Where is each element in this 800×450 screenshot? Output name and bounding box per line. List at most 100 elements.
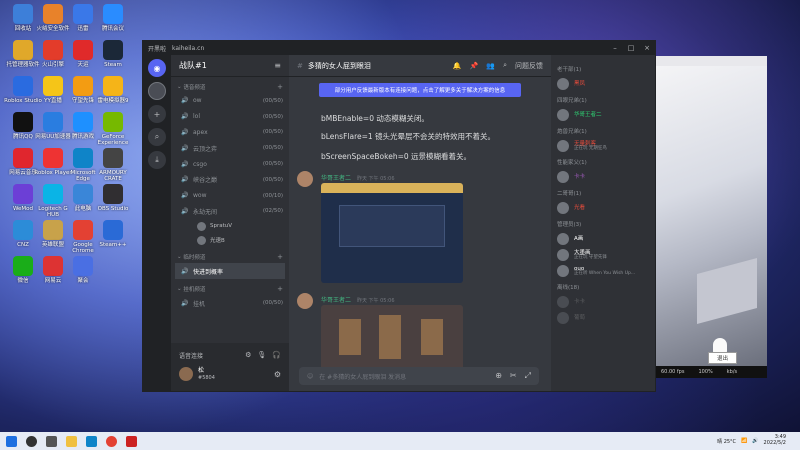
member-item[interactable]: 无量刺客 正在玩 无期狂鸟 (557, 138, 649, 154)
title-bar[interactable]: 开黑啦 kaiheila.cn – □ × (143, 41, 655, 55)
channel-item[interactable]: 🔊 ow (00/50) (171, 93, 289, 109)
attached-image[interactable] (321, 305, 463, 375)
app-icon (73, 4, 93, 24)
network-icon[interactable]: 📶 (741, 438, 747, 444)
message-avatar[interactable] (297, 293, 313, 309)
desktop-icon[interactable]: Steam (94, 40, 132, 68)
member-item[interactable]: 卡卡 (557, 169, 649, 185)
edge-icon[interactable] (86, 435, 97, 447)
server-header[interactable]: 战队#1 ≡ (171, 55, 289, 77)
pin-icon[interactable]: 📌 (470, 62, 479, 70)
clock[interactable]: 3:49 2022/5/2 (764, 434, 786, 447)
user-settings-icon[interactable]: ⚙ (274, 370, 281, 379)
user-avatar[interactable] (179, 367, 193, 381)
category-header[interactable]: ⌄ 挂机频道 + (171, 283, 289, 295)
emoji-icon[interactable]: ☺ (307, 373, 313, 380)
file-explorer-icon[interactable] (66, 435, 77, 447)
chrome-icon[interactable] (106, 435, 117, 447)
app-icon (103, 40, 123, 60)
channel-count: (00/50) (262, 145, 283, 152)
add-server-icon[interactable]: + (148, 105, 166, 123)
members-icon[interactable]: 👥 (486, 62, 495, 70)
channel-item[interactable]: 🔊 csgo (00/50) (171, 156, 289, 172)
desktop-icon[interactable]: GeForce Experience (94, 112, 132, 147)
close-button[interactable]: × (639, 44, 655, 52)
chevron-down-icon: ⌄ (177, 286, 182, 293)
channel-item[interactable]: 🔊 挂机 (00/50) (171, 295, 289, 311)
message-composer[interactable]: ☺ 在 #多猜的女人屁到眼泪 发消息 ⊕ ✂ ⤢ (299, 367, 539, 385)
channel-item[interactable]: 🔊 wow (00/10) (171, 188, 289, 204)
attached-image[interactable] (321, 183, 463, 283)
app-icon (73, 148, 93, 168)
app-icon[interactable] (126, 435, 137, 447)
desktop-icon[interactable]: 腾讯会议 (94, 4, 132, 32)
app-icon (13, 4, 33, 24)
member-item[interactable]: 卡卡 (557, 294, 649, 310)
add-channel-icon[interactable]: + (277, 83, 283, 91)
channel-item[interactable]: 🔊 apex (00/50) (171, 125, 289, 141)
minimize-button[interactable]: – (607, 44, 623, 52)
server-menu-icon[interactable]: ≡ (274, 61, 281, 70)
member-item[interactable]: 黑凤 (557, 76, 649, 92)
mic-icon[interactable]: 🎙 (257, 351, 266, 359)
channel-count: (00/10) (262, 192, 283, 199)
channel-item[interactable]: 🔊 云顶之弈 (00/50) (171, 140, 289, 156)
server-avatar[interactable] (148, 82, 166, 100)
member-item[interactable]: 华哥王者二 (557, 107, 649, 123)
kaiheila-window[interactable]: 开黑啦 kaiheila.cn – □ × ◉ + ⌕ ⤓ 战队#1 ≡ ⌄ 语… (142, 40, 656, 392)
desktop-icon[interactable]: ARMOURY CRATE (94, 148, 132, 183)
home-logo-icon[interactable]: ◉ (148, 59, 166, 77)
task-view-icon[interactable] (46, 435, 57, 447)
category-label: 语音频道 (183, 85, 206, 91)
add-channel-icon[interactable]: + (277, 285, 283, 293)
message-author[interactable]: 华哥王者二 (321, 175, 351, 182)
add-icon[interactable]: ⊕ (495, 371, 502, 381)
member-item[interactable]: A画 (557, 231, 649, 247)
message-author[interactable]: 华哥王者二 (321, 297, 351, 304)
member-item[interactable]: 葡萄 (557, 310, 649, 326)
desktop-icon[interactable]: 聚会 (64, 256, 102, 284)
start-icon[interactable] (6, 435, 17, 447)
volume-icon[interactable]: 🔊 (752, 438, 758, 444)
search-icon[interactable] (26, 435, 37, 447)
expand-icon[interactable]: ⤢ (525, 371, 531, 381)
notice-banner[interactable]: 部分用户反馈最新版本有连接问题，点击了解更多关于解决方案的信息 (319, 83, 521, 97)
desktop-icon[interactable]: 雷电模拟器9 (94, 76, 132, 104)
app-icon (73, 184, 93, 204)
maximize-button[interactable]: □ (623, 44, 639, 52)
channel-item[interactable]: 🔊 永劫无间 (02/50) (171, 204, 289, 220)
search-icon[interactable]: ⌕ (503, 61, 507, 70)
download-icon[interactable]: ⤓ (148, 151, 166, 169)
bell-icon[interactable]: 🔔 (453, 62, 462, 70)
tools-icon[interactable]: ✂ (510, 371, 517, 381)
voice-member[interactable]: SpratuV (171, 219, 289, 233)
app-icon (43, 184, 63, 204)
desktop-icon[interactable]: OBS Studio (94, 184, 132, 212)
app-icon (103, 4, 123, 24)
desktop-icon[interactable]: Steam++ (94, 220, 132, 248)
headphone-icon[interactable]: 🎧 (272, 351, 281, 359)
channel-count: (00/50) (262, 97, 283, 104)
settings-icon[interactable]: ⚙ (245, 351, 251, 359)
channel-name: apex (193, 128, 208, 136)
category-header[interactable]: ⌄ 临时频道 + (171, 251, 289, 263)
category-header[interactable]: ⌄ 语音频道 + (171, 81, 289, 93)
channel-item[interactable]: 🔊 lol (00/50) (171, 109, 289, 125)
explore-icon[interactable]: ⌕ (148, 128, 166, 146)
feedback-button[interactable]: 问题反馈 (515, 61, 543, 71)
exit-button[interactable]: 退出 (707, 352, 737, 364)
member-item[interactable]: 大墨画 正在玩 守望先锋 (557, 247, 649, 263)
channel-item[interactable]: 🔊 快进到概率 (175, 263, 285, 280)
message-avatar[interactable] (297, 171, 313, 187)
hash-icon: # (297, 61, 303, 70)
voice-member[interactable]: 光速B (171, 233, 289, 247)
channel-count: (02/50) (262, 208, 283, 215)
channel-item[interactable]: 🔊 峡谷之巅 (00/50) (171, 172, 289, 188)
app-icon (73, 220, 93, 240)
avatar (557, 296, 569, 308)
member-item[interactable]: ouo 正在听 When You Wish Up... (557, 263, 649, 279)
side-window[interactable]: 退出 60.00 fps 100% kb/s (655, 56, 767, 378)
member-item[interactable]: 光看 (557, 200, 649, 216)
add-channel-icon[interactable]: + (277, 253, 283, 261)
chat-header: # 多猜的女人屁到眼泪 🔔 📌 👥 ⌕ 问题反馈 (289, 55, 551, 77)
